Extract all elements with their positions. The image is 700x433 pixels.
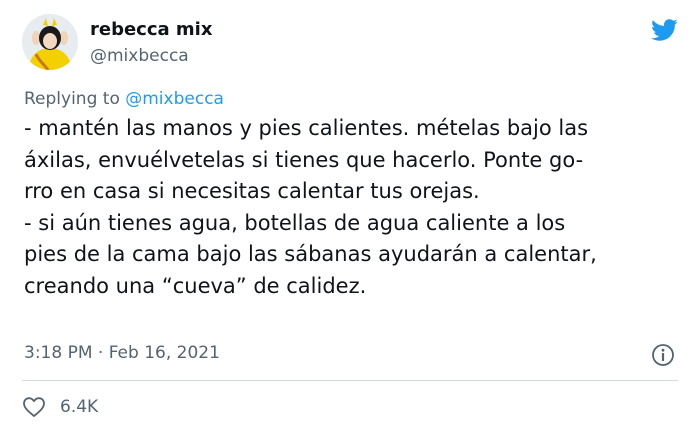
tweet-timestamp[interactable]: 3:18 PM · Feb 16, 2021	[24, 343, 220, 363]
avatar[interactable]	[22, 14, 78, 70]
heart-icon[interactable]	[22, 396, 46, 418]
like-count: 6.4K	[60, 397, 99, 417]
tweet-text-line: creando una “cueva” de calidez.	[24, 273, 367, 298]
replying-prefix: Replying to	[24, 89, 126, 109]
tweet-text-line: pies de la cama bajo las sábanas ayudará…	[24, 242, 597, 266]
tweet-text-line: áxilas, envuélvetelas si tienes que hace…	[24, 147, 584, 172]
reply-mention-link[interactable]: @mixbecca	[125, 89, 224, 109]
divider	[22, 380, 678, 381]
twitter-bird-icon[interactable]	[648, 16, 680, 44]
user-handle[interactable]: @mixbecca	[90, 46, 189, 66]
info-icon[interactable]	[650, 342, 676, 368]
tweet-text-line: - mantén las manos y pies calientes. mét…	[24, 116, 589, 140]
tweet-text-line: - si aún tienes agua, botellas de agua c…	[24, 210, 566, 235]
replying-to: Replying to @mixbecca	[24, 89, 224, 109]
tweet-card: rebecca mix @mixbecca Replying to @mixbe…	[0, 0, 700, 433]
tweet-text-line: rro en casa si necesitas calentar tus or…	[24, 179, 480, 203]
display-name[interactable]: rebecca mix	[90, 19, 212, 40]
tweet-text: - mantén las manos y pies calientes. mét…	[24, 113, 684, 302]
